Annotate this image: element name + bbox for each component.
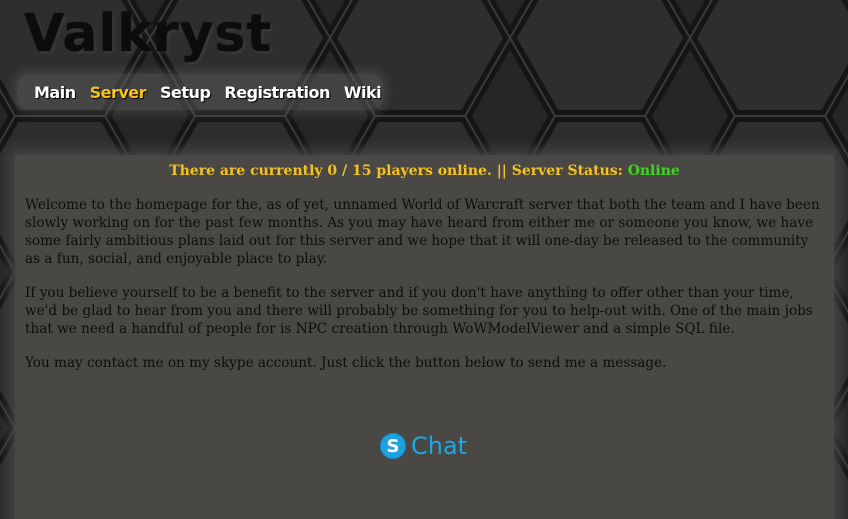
skype-chat-button[interactable]: S Chat [380, 432, 467, 460]
contact-paragraph: You may contact me on my skype account. … [25, 355, 667, 371]
nav-item-wiki[interactable]: Wiki [344, 83, 382, 102]
server-status-line: There are currently 0 / 15 players onlin… [25, 162, 824, 180]
content-panel: There are currently 0 / 15 players onlin… [15, 155, 834, 519]
nav-item-registration[interactable]: Registration [224, 83, 330, 102]
nav-item-setup[interactable]: Setup [160, 83, 211, 102]
welcome-paragraph: Welcome to the homepage for the, as of y… [25, 197, 820, 267]
nav-item-main[interactable]: Main [34, 83, 76, 102]
chat-button-label: Chat [411, 432, 468, 460]
nav-item-server[interactable]: Server [90, 83, 147, 102]
skype-icon: S [380, 433, 406, 459]
volunteer-paragraph: If you believe yourself to be a benefit … [25, 285, 813, 337]
server-status-badge: Online [627, 163, 680, 179]
site-title: Valkryst [24, 4, 273, 64]
main-nav: Main Server Setup Registration Wiki [17, 74, 383, 110]
player-count-text: There are currently 0 / 15 players onlin… [169, 163, 628, 179]
